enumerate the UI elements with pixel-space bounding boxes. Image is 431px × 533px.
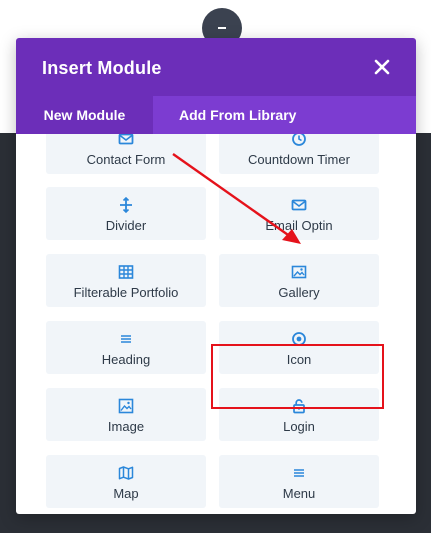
module-menu[interactable]: Menu xyxy=(219,455,379,508)
tab-new-module[interactable]: New Module xyxy=(16,96,153,134)
module-contact-form[interactable]: Contact Form xyxy=(46,134,206,174)
clock-icon xyxy=(290,134,308,148)
module-label: Icon xyxy=(286,352,312,367)
module-gallery[interactable]: Gallery xyxy=(219,254,379,307)
plus-icon xyxy=(218,27,226,29)
heading-icon xyxy=(117,330,135,348)
dialog-header: Insert Module xyxy=(16,38,416,96)
module-label: Divider xyxy=(105,218,147,233)
menu-icon xyxy=(290,464,308,482)
gallery-icon xyxy=(290,263,308,281)
close-icon[interactable] xyxy=(372,57,392,77)
lock-icon xyxy=(290,397,308,415)
insert-module-dialog: Insert Module New Module Add From Librar… xyxy=(16,38,416,514)
module-map[interactable]: Map xyxy=(46,455,206,508)
module-email-optin[interactable]: Email Optin xyxy=(219,187,379,240)
module-label: Login xyxy=(283,419,315,434)
divider-icon xyxy=(117,196,135,214)
module-image[interactable]: Image xyxy=(46,388,206,441)
tab-bar: New Module Add From Library xyxy=(16,96,416,134)
map-icon xyxy=(117,464,135,482)
module-label: Filterable Portfolio xyxy=(73,285,179,300)
envelope-icon xyxy=(117,134,135,148)
image-icon xyxy=(117,397,135,415)
module-grid: Contact Form Countdown Timer Divider Ema… xyxy=(16,134,416,514)
module-filterable-portfolio[interactable]: Filterable Portfolio xyxy=(46,254,206,307)
portfolio-grid-icon xyxy=(117,263,135,281)
module-label: Map xyxy=(113,486,139,501)
tab-add-from-library[interactable]: Add From Library xyxy=(179,96,296,134)
module-label: Gallery xyxy=(278,285,320,300)
dialog-title: Insert Module xyxy=(42,58,162,78)
module-icon[interactable]: Icon xyxy=(219,321,379,374)
module-label: Email Optin xyxy=(265,218,333,233)
module-countdown-timer[interactable]: Countdown Timer xyxy=(219,134,379,174)
module-label: Menu xyxy=(282,486,316,501)
module-label: Countdown Timer xyxy=(248,152,350,167)
email-icon xyxy=(290,196,308,214)
module-heading[interactable]: Heading xyxy=(46,321,206,374)
module-label: Heading xyxy=(101,352,151,367)
module-login[interactable]: Login xyxy=(219,388,379,441)
module-label: Contact Form xyxy=(86,152,166,167)
module-divider[interactable]: Divider xyxy=(46,187,206,240)
module-label: Image xyxy=(107,419,145,434)
icon-circle-icon xyxy=(290,330,308,348)
